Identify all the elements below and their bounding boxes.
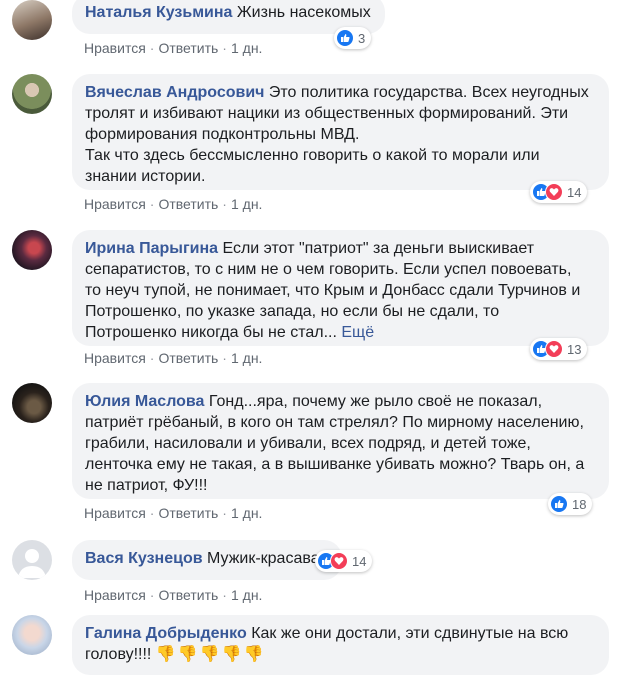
separator: · <box>149 350 155 366</box>
reaction-summary[interactable]: 14 <box>530 181 588 203</box>
comment-text: Потрошенко, по указке запада, но если бы… <box>85 303 500 320</box>
comment-text: патриёт грёбаный, в кого он там стрелял?… <box>85 414 584 431</box>
comment-text: голову!!!! <box>85 646 156 663</box>
comment-text: знании истории. <box>85 168 206 185</box>
comment-text: Жизнь насекомых <box>236 4 371 21</box>
comment-text: тролят и избивают нацики из общественных… <box>85 105 569 122</box>
comment-text: ленточка ему не такая, а в вышиванке уби… <box>85 456 585 473</box>
separator: · <box>149 587 155 603</box>
timestamp[interactable]: 1 дн. <box>231 196 262 212</box>
timestamp[interactable]: 1 дн. <box>231 587 262 603</box>
comment-text: Это политика государства. Всех неугодных <box>268 84 589 101</box>
comment-actions: Нравится · Ответить · 1 дн. <box>84 505 262 521</box>
comment-author[interactable]: Юлия Маслова <box>85 393 204 410</box>
reaction-count: 18 <box>572 496 587 512</box>
comment-bubble: Ирина Парыгина Если этот "патриот" за де… <box>72 230 609 346</box>
comment-text: формирования подконтрольны МВД. <box>85 126 360 143</box>
thumbs-up-icon <box>336 29 354 47</box>
reply-link[interactable]: Ответить <box>158 505 218 521</box>
see-more-link[interactable]: Ещё <box>341 324 374 341</box>
reaction-summary[interactable]: 3 <box>334 27 372 49</box>
comment-actions: Нравится · Ответить · 1 дн. <box>84 40 262 56</box>
separator: · <box>222 505 227 521</box>
comment-bubble: Вася Кузнецов Мужик-красава! <box>72 540 342 580</box>
separator: · <box>222 350 227 366</box>
reply-link[interactable]: Ответить <box>158 350 218 366</box>
timestamp[interactable]: 1 дн. <box>231 40 262 56</box>
reaction-count: 14 <box>352 553 367 569</box>
avatar[interactable] <box>12 540 52 580</box>
like-link[interactable]: Нравится <box>84 505 146 521</box>
reaction-count: 14 <box>567 184 582 200</box>
timestamp[interactable]: 1 дн. <box>231 350 262 366</box>
separator: · <box>222 587 227 603</box>
like-link[interactable]: Нравится <box>84 196 146 212</box>
avatar[interactable] <box>12 615 52 655</box>
comment-text: Мужик-красава! <box>207 550 325 567</box>
comment-author[interactable]: Ирина Парыгина <box>85 240 218 257</box>
heart-icon <box>330 552 348 570</box>
reply-link[interactable]: Ответить <box>158 587 218 603</box>
comment-author[interactable]: Галина Добрыденко <box>85 625 247 642</box>
reaction-count: 13 <box>567 341 582 357</box>
default-avatar-icon <box>18 549 46 578</box>
avatar[interactable] <box>12 230 52 270</box>
reaction-summary[interactable]: 14 <box>315 550 373 572</box>
comment-actions: Нравится · Ответить · 1 дн. <box>84 350 262 366</box>
comment-bubble: Юлия Маслова Гонд...яра, почему же рыло … <box>72 383 609 499</box>
comment-actions: Нравится · Ответить · 1 дн. <box>84 587 262 603</box>
separator: · <box>149 40 155 56</box>
like-link[interactable]: Нравится <box>84 350 146 366</box>
comment-author[interactable]: Наталья Кузьмина <box>85 4 232 21</box>
reaction-summary[interactable]: 13 <box>530 338 588 360</box>
reaction-count: 3 <box>358 30 366 46</box>
comment-text: грабили, насиловали и убивали, всех подр… <box>85 435 531 452</box>
comment-bubble: Галина Добрыденко Как же они достали, эт… <box>72 615 609 675</box>
heart-icon <box>545 183 563 201</box>
thumbs-down-emoji: 👎👎👎👎👎 <box>155 646 266 663</box>
avatar[interactable] <box>12 74 52 114</box>
like-link[interactable]: Нравится <box>84 40 146 56</box>
separator: · <box>222 196 227 212</box>
comment-text: Так что здесь бессмысленно говорить о ка… <box>85 147 540 164</box>
separator: · <box>149 505 155 521</box>
comment-text: Гонд...яра, почему же рыло своё не показ… <box>208 393 543 410</box>
timestamp[interactable]: 1 дн. <box>231 505 262 521</box>
comment-text: не патриот, ФУ!!! <box>85 477 208 494</box>
avatar[interactable] <box>12 0 52 40</box>
avatar[interactable] <box>12 383 52 423</box>
like-link[interactable]: Нравится <box>84 587 146 603</box>
comment-text: Если этот "патриот" за деньги выискивает <box>222 240 535 257</box>
reply-link[interactable]: Ответить <box>158 40 218 56</box>
comment-author[interactable]: Вася Кузнецов <box>85 550 203 567</box>
thumbs-up-icon <box>550 495 568 513</box>
separator: · <box>149 196 155 212</box>
comment-text: Потрошенко никогда бы не стал... <box>85 324 337 341</box>
heart-icon <box>545 340 563 358</box>
comment-text: сепаратистов, то с ним не о чем говорить… <box>85 261 572 278</box>
comment-text: Как же они достали, эти сдвинутые на всю <box>251 625 569 642</box>
comment-bubble: Вячеслав Андросович Это политика государ… <box>72 74 609 190</box>
comment-actions: Нравится · Ответить · 1 дн. <box>84 196 262 212</box>
comment-text: то неуч тупой, не понимает, что Крым и Д… <box>85 282 581 299</box>
reaction-summary[interactable]: 18 <box>548 493 593 515</box>
comment-author[interactable]: Вячеслав Андросович <box>85 84 264 101</box>
reply-link[interactable]: Ответить <box>158 196 218 212</box>
separator: · <box>222 40 227 56</box>
